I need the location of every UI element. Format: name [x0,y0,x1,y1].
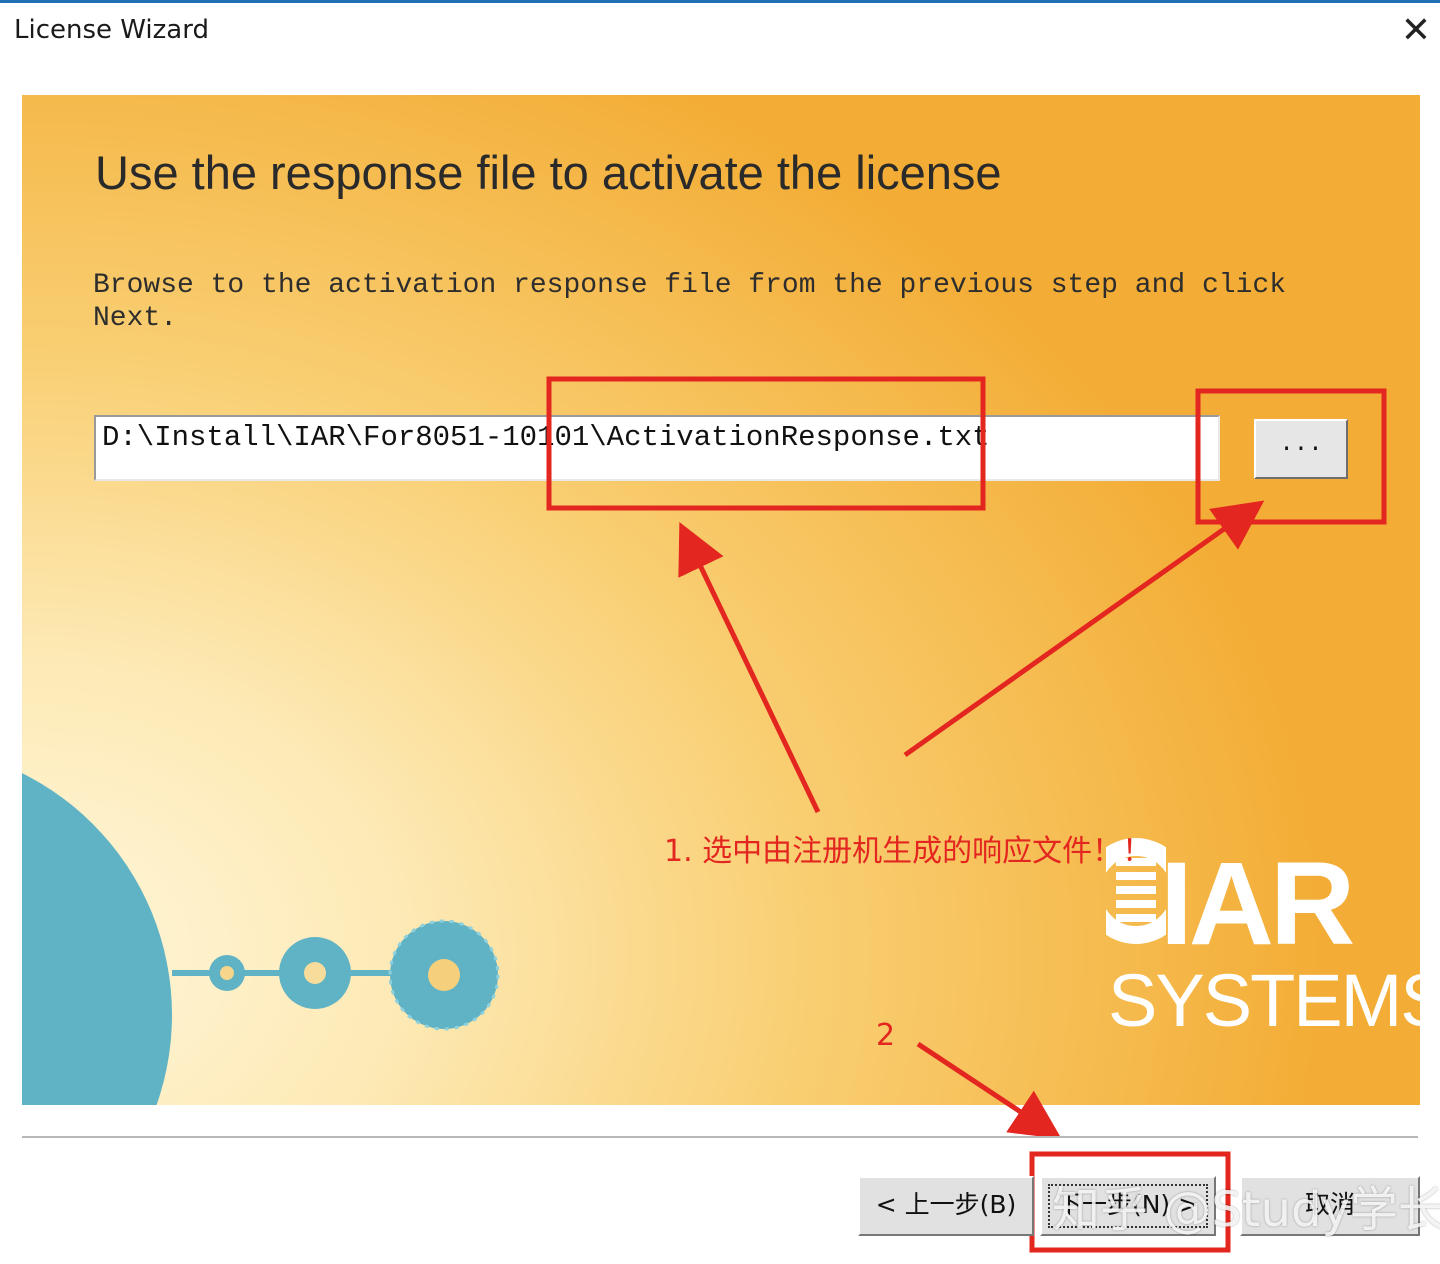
watermark: 知乎 @Study学长 [1052,1182,1440,1238]
annotation-step1: 1. 选中由注册机生成的响应文件！！ [664,834,1153,869]
instruction-text: Browse to the activation response file f… [93,270,1286,334]
file-path-value: D:\Install\IAR\For8051-10101\ActivationR… [102,421,990,454]
back-button[interactable]: < 上一步(B) [858,1176,1034,1236]
iar-logo-subtext: SYSTEMS [1108,959,1440,1042]
disc-decoration-icon [22,773,500,1105]
response-file-path-input[interactable]: D:\Install\IAR\For8051-10101\ActivationR… [94,415,1220,481]
annotation-step2: 2 [876,1018,896,1053]
iar-logo-text: IAR [1160,838,1355,970]
browse-button[interactable]: ... [1254,419,1348,479]
title-bar: License Wizard ✕ [0,0,1440,62]
window-title: License Wizard [14,15,209,45]
close-icon[interactable]: ✕ [1398,9,1434,53]
separator [22,1136,1418,1139]
page-heading: Use the response file to activate the li… [95,146,1002,199]
